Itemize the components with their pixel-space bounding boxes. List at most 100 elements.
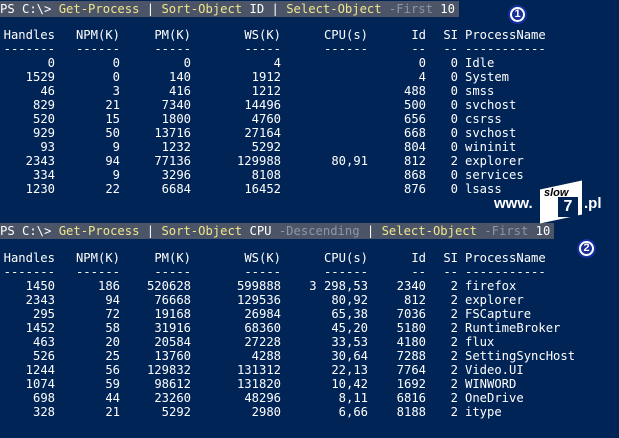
cell: 520628 — [146, 279, 191, 293]
cell: services — [465, 168, 524, 182]
cell: 2 — [450, 391, 458, 405]
cell: ------ — [75, 42, 120, 56]
cell: 14496 — [244, 98, 281, 112]
cell: 1529 — [25, 70, 55, 84]
cell: 929 — [32, 126, 55, 140]
cell: ----- — [154, 265, 191, 279]
cell: 20584 — [154, 335, 191, 349]
cell: 140 — [168, 70, 191, 84]
cell: 2 — [450, 154, 458, 168]
cell: 1692 — [396, 377, 426, 391]
cell: svchost — [465, 98, 517, 112]
command-token: | — [271, 2, 287, 16]
cell: ------- — [3, 265, 55, 279]
cell: 8108 — [251, 168, 281, 182]
cell: 0 — [450, 168, 458, 182]
cell: 3 298,53 — [309, 279, 368, 293]
cell: CPU(s) — [323, 251, 368, 265]
cell: 4760 — [251, 112, 281, 126]
cell: 3296 — [161, 168, 191, 182]
cell: 698 — [32, 391, 55, 405]
cell: 0 — [450, 84, 458, 98]
cell: 2980 — [251, 405, 281, 419]
cell: Video.UI — [465, 363, 524, 377]
cell: 1244 — [25, 363, 55, 377]
cell: PM(K) — [154, 251, 191, 265]
cell: WS(K) — [244, 28, 281, 42]
cell: 48296 — [244, 391, 281, 405]
cell: 10,42 — [331, 377, 368, 391]
cell: 9 — [112, 168, 120, 182]
cell: 129536 — [236, 293, 281, 307]
cell: WINWORD — [465, 377, 517, 391]
cell: 0 — [418, 56, 426, 70]
cell: 6,66 — [338, 405, 368, 419]
cell: 2 — [450, 363, 458, 377]
prompt: PS C:\> — [0, 224, 59, 238]
cell: 2 — [450, 321, 458, 335]
cell: 4 — [418, 70, 426, 84]
cell: 0 — [183, 56, 191, 70]
cell: 93 — [40, 140, 55, 154]
cell: 804 — [403, 140, 426, 154]
command-token: -Descending — [278, 224, 360, 238]
cell: WS(K) — [244, 251, 281, 265]
command-token: Select-Object — [381, 224, 477, 238]
cell: 4180 — [396, 335, 426, 349]
cell: 94 — [105, 154, 120, 168]
cell: ----- — [154, 42, 191, 56]
cell: 98612 — [154, 377, 191, 391]
cell: 0 — [450, 56, 458, 70]
cell: 8188 — [396, 405, 426, 419]
command-token: -First — [381, 2, 441, 16]
command-token: 10 — [535, 224, 551, 238]
cell: 488 — [403, 84, 426, 98]
cell: 19168 — [154, 307, 191, 321]
cell: 2 — [450, 279, 458, 293]
command-token: Sort-Object — [161, 224, 243, 238]
cell: 876 — [403, 182, 426, 196]
cell: ------ — [323, 42, 368, 56]
cell: 31916 — [154, 321, 191, 335]
cell: Handles — [3, 251, 55, 265]
cell: 77136 — [154, 154, 191, 168]
cell: 1212 — [251, 84, 281, 98]
cell: 328 — [32, 405, 55, 419]
cell: 812 — [403, 293, 426, 307]
cell: 131820 — [236, 377, 281, 391]
cell: 23260 — [154, 391, 191, 405]
command-line-2: PS C:\> Get-Process | Sort-Object CPU -D… — [0, 223, 555, 239]
cell: 463 — [32, 335, 55, 349]
cell: 295 — [32, 307, 55, 321]
cell: 2 — [450, 405, 458, 419]
cell: 520 — [32, 112, 55, 126]
cell: 58 — [105, 321, 120, 335]
command-token: | — [359, 224, 382, 238]
cell: 2 — [450, 377, 458, 391]
cell: 7764 — [396, 363, 426, 377]
cell: 26984 — [244, 307, 281, 321]
cell: 1230 — [25, 182, 55, 196]
cell: 16452 — [244, 182, 281, 196]
cell: 1800 — [161, 112, 191, 126]
cell: 21 — [105, 98, 120, 112]
cell: 2 — [450, 307, 458, 321]
cell: 15 — [105, 112, 120, 126]
cell: 2 — [450, 335, 458, 349]
powershell-console[interactable]: PS C:\> Get-Process | Sort-Object ID | S… — [0, 0, 619, 438]
watermark-prefix: www. — [494, 195, 533, 212]
cell: 0 — [450, 70, 458, 84]
cell: 9 — [112, 140, 120, 154]
cell: RuntimeBroker — [465, 321, 561, 335]
cell: 0 — [450, 112, 458, 126]
command-token: CPU — [242, 224, 279, 238]
cell: 7036 — [396, 307, 426, 321]
cell: 0 — [450, 140, 458, 154]
cell: 1450 — [25, 279, 55, 293]
cell: ProcessName — [465, 251, 546, 265]
cell: csrss — [465, 112, 502, 126]
command-token: ID — [242, 2, 272, 16]
cell: 22 — [105, 182, 120, 196]
step-marker-1: 1 — [508, 5, 527, 24]
cell: SI — [443, 251, 458, 265]
